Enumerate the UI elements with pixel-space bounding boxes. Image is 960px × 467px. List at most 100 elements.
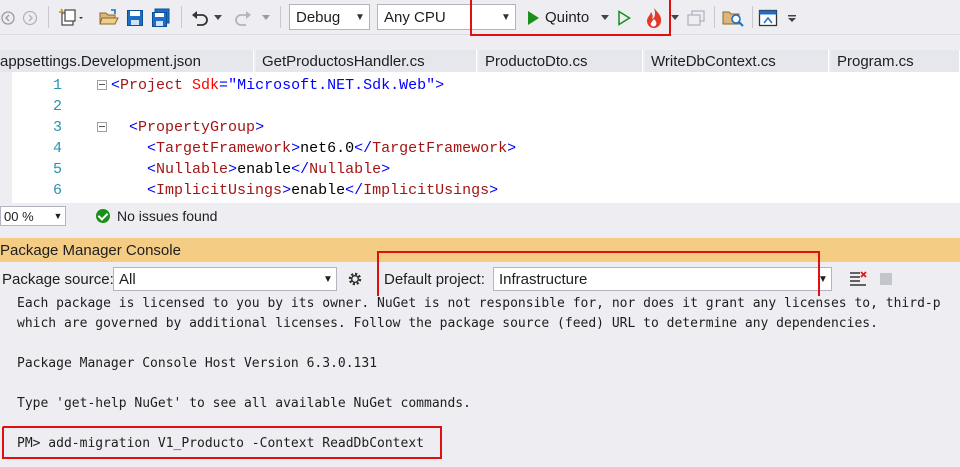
configuration-value: Debug (296, 8, 341, 26)
code-token: enable (237, 161, 292, 178)
code-token: > (282, 182, 292, 199)
code-token: < (111, 77, 121, 94)
code-text: <Nullable>enable</Nullable> (111, 159, 390, 180)
layout-icon[interactable] (756, 0, 780, 35)
pmc-title: Package Manager Console (0, 241, 181, 259)
issues-status[interactable]: No issues found (117, 208, 217, 224)
back-icon[interactable] (0, 0, 16, 35)
chevron-down-icon: ▼ (355, 11, 365, 23)
hot-reload-icon[interactable] (642, 0, 666, 35)
line-number: 4 (52, 140, 62, 157)
console-line: Package Manager Console Host Version 6.3… (17, 356, 378, 371)
console-line: Each package is licensed to you by its o… (17, 296, 941, 311)
tab-appsettings[interactable]: appsettings.Development.json (0, 50, 254, 72)
code-token: > (507, 140, 517, 157)
windows-icon[interactable] (684, 0, 708, 35)
zoom-select[interactable]: 00 % ▼ (0, 206, 66, 226)
code-line[interactable]: 3 <PropertyGroup> (0, 117, 960, 138)
tab-program[interactable]: Program.cs (831, 50, 960, 72)
pmc-console-output[interactable]: Each package is licensed to you by its o… (0, 296, 960, 467)
tab-label: appsettings.Development.json (0, 52, 201, 70)
code-text: <ImplicitUsings>enable</ImplicitUsings> (111, 180, 498, 201)
tab-writedbcontext[interactable]: WriteDbContext.cs (645, 50, 829, 72)
zoom-value: 00 % (4, 208, 34, 224)
undo-icon[interactable] (188, 0, 212, 35)
platform-select[interactable]: Any CPU ▼ (377, 4, 516, 30)
tab-label: GetProductosHandler.cs (262, 52, 425, 70)
start-without-debug-icon[interactable] (614, 0, 634, 35)
code-token: > (291, 140, 301, 157)
default-project-value: Infrastructure (499, 270, 588, 288)
code-token: </ (354, 140, 373, 157)
code-line[interactable]: 1 <Project Sdk="Microsoft.NET.Sdk.Web"> (0, 75, 960, 96)
package-source-select[interactable]: All ▼ (113, 267, 337, 291)
code-editor[interactable]: 1 <Project Sdk="Microsoft.NET.Sdk.Web"> 2 3… (0, 72, 960, 203)
overflow-icon[interactable] (785, 0, 799, 35)
check-circle-icon (96, 209, 110, 223)
code-token: enable (291, 182, 346, 199)
tab-label: Program.cs (837, 52, 914, 70)
new-project-icon[interactable] (56, 0, 86, 35)
open-folder-icon[interactable] (97, 0, 121, 35)
tab-productodto[interactable]: ProductoDto.cs (479, 50, 643, 72)
console-line: which are governed by additional license… (17, 316, 878, 331)
configuration-select[interactable]: Debug ▼ (289, 4, 370, 30)
code-token: > (381, 161, 391, 178)
line-number: 5 (52, 161, 62, 178)
code-token: > (435, 77, 445, 94)
forward-icon[interactable] (20, 0, 40, 35)
console-line: Type 'get-help NuGet' to see all availab… (17, 396, 471, 411)
line-number: 1 (52, 77, 62, 94)
chevron-down-icon: ▼ (501, 11, 511, 23)
code-token: = (219, 77, 229, 94)
find-in-files-icon[interactable] (720, 0, 746, 35)
code-token: ImplicitUsings (363, 182, 490, 199)
code-token: ImplicitUsings (156, 182, 283, 199)
collapse-icon[interactable] (97, 122, 107, 132)
redo-icon[interactable] (231, 0, 255, 35)
pmc-title-bar: Package Manager Console (0, 238, 960, 262)
settings-gear-icon[interactable] (344, 262, 366, 296)
code-line[interactable]: 5 <Nullable>enable</Nullable> (0, 159, 960, 180)
code-text: <TargetFramework>net6.0</TargetFramework… (111, 138, 516, 159)
document-tabs: appsettings.Development.json GetProducto… (0, 50, 960, 72)
default-project-label: Default project: (384, 271, 485, 288)
code-token: < (129, 119, 139, 136)
save-all-icon[interactable] (149, 0, 173, 35)
undo-dropdown-icon[interactable] (212, 0, 224, 35)
code-token: < (147, 161, 157, 178)
line-number: 6 (52, 182, 62, 199)
package-source-value: All (119, 270, 136, 288)
package-source-label: Package source: (2, 271, 114, 288)
tab-label: ProductoDto.cs (485, 52, 588, 70)
main-toolbar: Debug ▼ Any CPU ▼ Quinto (0, 0, 960, 36)
stop-icon[interactable] (876, 262, 896, 296)
save-icon[interactable] (123, 0, 147, 35)
code-line[interactable]: 4 <TargetFramework>net6.0</TargetFramewo… (0, 138, 960, 159)
start-target-button[interactable]: Quinto (545, 0, 603, 35)
chevron-down-icon: ▼ (818, 273, 828, 285)
redo-dropdown-icon[interactable] (259, 0, 273, 35)
code-token: < (147, 182, 157, 199)
hot-reload-dropdown-icon[interactable] (668, 0, 682, 35)
collapse-icon[interactable] (97, 80, 107, 90)
tab-getproductoshandler[interactable]: GetProductosHandler.cs (256, 50, 477, 72)
start-target-label: Quinto (545, 9, 590, 26)
start-dropdown-icon[interactable] (598, 0, 612, 35)
code-token: > (255, 119, 265, 136)
code-token: "Microsoft.NET.Sdk.Web" (228, 77, 436, 94)
start-icon[interactable] (522, 0, 544, 35)
code-token: Sdk (183, 77, 220, 94)
chevron-down-icon: ▼ (53, 211, 63, 221)
code-line[interactable]: 6 <ImplicitUsings>enable</ImplicitUsings… (0, 180, 960, 201)
code-line[interactable]: 2 (0, 96, 960, 117)
clear-console-icon[interactable] (846, 262, 870, 296)
pmc-toolbar: Package source: All ▼ Default project: I… (0, 251, 960, 304)
code-token: TargetFramework (372, 140, 508, 157)
default-project-select[interactable]: Infrastructure ▼ (493, 267, 832, 291)
editor-status-bar: 00 % ▼ No issues found (0, 205, 960, 227)
code-token: </ (291, 161, 310, 178)
